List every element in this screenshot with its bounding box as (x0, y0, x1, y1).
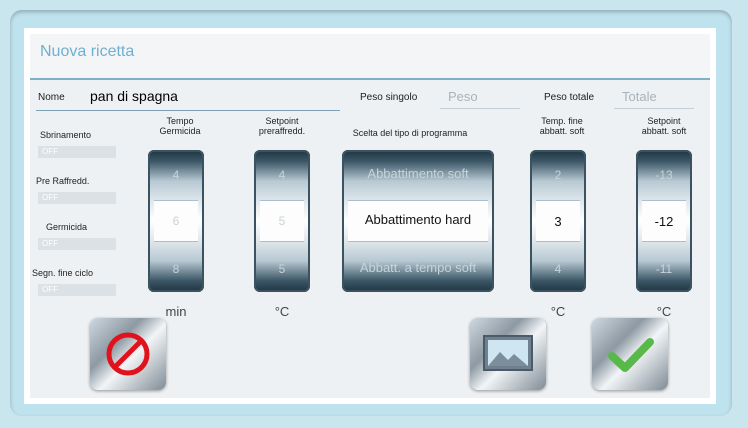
peso-totale-label: Peso totale (544, 92, 595, 103)
totale-input[interactable]: Totale (614, 86, 694, 109)
confirm-check-icon (608, 338, 654, 372)
picker-item[interactable]: 6 (148, 214, 204, 228)
confirm-button[interactable] (592, 318, 668, 390)
preraff-toggle[interactable]: OFF (38, 192, 116, 204)
picker-selected-item[interactable]: Abbattimento hard (342, 212, 494, 227)
name-value[interactable]: pan di spagna (90, 88, 178, 104)
picker-item[interactable]: 8 (148, 262, 204, 276)
picker-selected-item[interactable]: 3 (530, 214, 586, 229)
cancel-button[interactable] (90, 318, 166, 390)
peso-input[interactable]: Peso (440, 86, 520, 109)
sbrinamento-label: Sbrinamento (40, 130, 92, 140)
picker-item[interactable]: Abbattimento soft (342, 166, 494, 181)
picker-selected-item[interactable]: -12 (636, 214, 692, 229)
preraff-setpoint-picker[interactable]: 4 5 5 (254, 150, 310, 292)
picker-item[interactable]: 4 (530, 262, 586, 276)
picker-item[interactable]: 2 (530, 168, 586, 182)
peso-singolo-label: Peso singolo (360, 92, 418, 103)
picker-item[interactable]: -13 (636, 168, 692, 182)
header-setpoint-abbatt: Setpoint abbatt. soft (641, 116, 687, 136)
picker-item[interactable]: 5 (254, 262, 310, 276)
germicida-time-picker[interactable]: 4 6 8 (148, 150, 204, 292)
unit-celsius: °C (550, 304, 566, 319)
peso-placeholder: Peso (448, 89, 478, 104)
segn-fine-ciclo-label: Segn. fine ciclo (32, 268, 94, 278)
title-bar: Nuova ricetta (30, 34, 710, 80)
unit-min: min (165, 304, 187, 319)
header-setpoint-preraff: Setpoint preraffredd. (258, 116, 306, 136)
picker-item[interactable]: 5 (254, 214, 310, 228)
segn-fine-ciclo-toggle[interactable]: OFF (38, 284, 116, 296)
screen: Nuova ricetta Nome pan di spagna Peso si… (24, 28, 716, 404)
header-scelta-programma: Scelta del tipo di programma (352, 128, 468, 138)
picker-item[interactable]: -11 (636, 262, 692, 276)
header-temp-fine: Temp. fine abbatt. soft (539, 116, 585, 136)
germicida-toggle[interactable]: OFF (38, 238, 116, 250)
cancel-icon (106, 332, 150, 376)
name-label: Nome (38, 92, 65, 103)
image-icon (483, 335, 533, 371)
image-button[interactable] (470, 318, 546, 390)
programma-picker[interactable]: Abbattimento soft Abbattimento hard Abba… (342, 150, 494, 292)
preraff-label: Pre Raffredd. (36, 176, 90, 186)
unit-celsius: °C (656, 304, 672, 319)
unit-celsius: °C (274, 304, 290, 319)
header-tempo-germicida: Tempo Germicida (159, 116, 201, 136)
temp-fine-picker[interactable]: 2 3 4 (530, 150, 586, 292)
name-field[interactable] (36, 86, 340, 111)
picker-item[interactable]: 4 (148, 168, 204, 182)
page-title: Nuova ricetta (40, 43, 135, 60)
germicida-label: Germicida (46, 222, 88, 232)
totale-placeholder: Totale (622, 89, 657, 104)
picker-item[interactable]: 4 (254, 168, 310, 182)
picker-item[interactable]: Abbatt. a tempo soft (342, 260, 494, 275)
sbrinamento-toggle[interactable]: OFF (38, 146, 116, 158)
setpoint-abbatt-picker[interactable]: -13 -12 -11 (636, 150, 692, 292)
